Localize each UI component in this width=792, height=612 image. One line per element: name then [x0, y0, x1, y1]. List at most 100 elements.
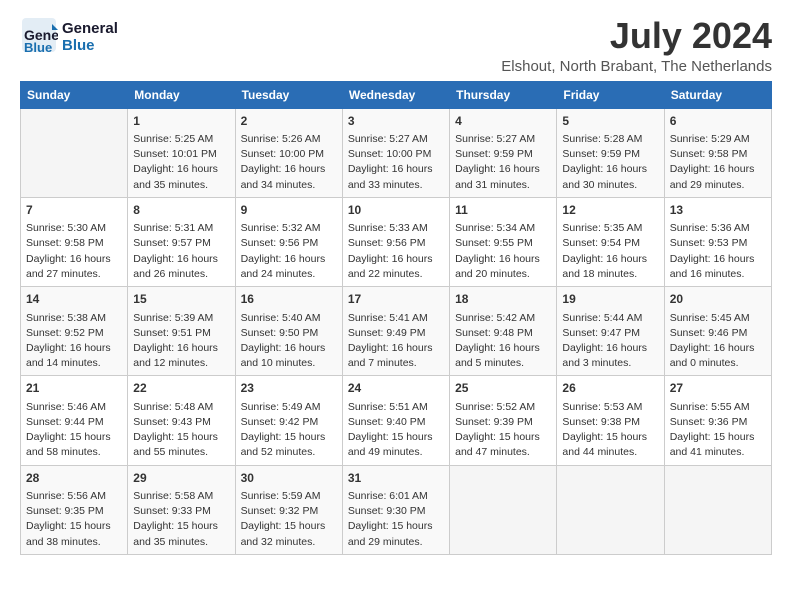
day-number: 30: [241, 470, 337, 487]
day-info: Sunrise: 5:45 AM: [670, 311, 766, 326]
day-info: Sunrise: 5:31 AM: [133, 221, 229, 236]
calendar-cell: 12Sunrise: 5:35 AMSunset: 9:54 PMDayligh…: [557, 197, 664, 286]
day-info: Sunset: 9:44 PM: [26, 415, 122, 430]
day-info: Daylight: 15 hours: [455, 430, 551, 445]
day-info: Sunrise: 5:49 AM: [241, 400, 337, 415]
day-info: Sunset: 9:53 PM: [670, 236, 766, 251]
day-info: Daylight: 16 hours: [348, 341, 444, 356]
day-number: 3: [348, 113, 444, 130]
calendar-cell: 2Sunrise: 5:26 AMSunset: 10:00 PMDayligh…: [235, 108, 342, 197]
day-info: Sunset: 9:46 PM: [670, 326, 766, 341]
calendar-cell: 18Sunrise: 5:42 AMSunset: 9:48 PMDayligh…: [450, 287, 557, 376]
day-info: Sunrise: 5:40 AM: [241, 311, 337, 326]
day-info: and 18 minutes.: [562, 267, 658, 282]
day-number: 26: [562, 380, 658, 397]
day-info: and 5 minutes.: [455, 356, 551, 371]
day-number: 10: [348, 202, 444, 219]
day-info: Daylight: 16 hours: [348, 252, 444, 267]
day-number: 6: [670, 113, 766, 130]
day-info: and 35 minutes.: [133, 178, 229, 193]
logo-blue: Blue: [62, 38, 118, 55]
day-info: Sunset: 9:59 PM: [455, 147, 551, 162]
day-info: Sunset: 9:47 PM: [562, 326, 658, 341]
page-header: General Blue General Blue July 2024 Elsh…: [20, 16, 772, 75]
day-number: 13: [670, 202, 766, 219]
day-info: and 3 minutes.: [562, 356, 658, 371]
day-number: 22: [133, 380, 229, 397]
day-info: Sunset: 9:33 PM: [133, 504, 229, 519]
calendar-week-row: 14Sunrise: 5:38 AMSunset: 9:52 PMDayligh…: [21, 287, 772, 376]
day-info: Sunset: 9:35 PM: [26, 504, 122, 519]
day-number: 15: [133, 291, 229, 308]
day-number: 9: [241, 202, 337, 219]
calendar-cell: 14Sunrise: 5:38 AMSunset: 9:52 PMDayligh…: [21, 287, 128, 376]
day-info: Sunrise: 5:33 AM: [348, 221, 444, 236]
day-info: and 55 minutes.: [133, 445, 229, 460]
day-info: Daylight: 16 hours: [133, 341, 229, 356]
calendar-cell: [664, 465, 771, 554]
day-info: Sunrise: 5:44 AM: [562, 311, 658, 326]
day-info: and 29 minutes.: [670, 178, 766, 193]
day-info: Daylight: 15 hours: [133, 519, 229, 534]
location-title: Elshout, North Brabant, The Netherlands: [501, 58, 772, 75]
calendar-week-row: 28Sunrise: 5:56 AMSunset: 9:35 PMDayligh…: [21, 465, 772, 554]
day-info: Daylight: 15 hours: [241, 519, 337, 534]
day-info: Daylight: 16 hours: [455, 252, 551, 267]
calendar-cell: 4Sunrise: 5:27 AMSunset: 9:59 PMDaylight…: [450, 108, 557, 197]
day-number: 29: [133, 470, 229, 487]
day-info: Sunset: 10:00 PM: [348, 147, 444, 162]
day-info: Daylight: 16 hours: [455, 162, 551, 177]
day-number: 1: [133, 113, 229, 130]
calendar-cell: 7Sunrise: 5:30 AMSunset: 9:58 PMDaylight…: [21, 197, 128, 286]
calendar-cell: 25Sunrise: 5:52 AMSunset: 9:39 PMDayligh…: [450, 376, 557, 465]
day-number: 16: [241, 291, 337, 308]
day-info: Sunset: 9:56 PM: [241, 236, 337, 251]
logo-general: General: [62, 21, 118, 38]
calendar-cell: 22Sunrise: 5:48 AMSunset: 9:43 PMDayligh…: [128, 376, 235, 465]
calendar-cell: 29Sunrise: 5:58 AMSunset: 9:33 PMDayligh…: [128, 465, 235, 554]
day-info: Sunrise: 5:36 AM: [670, 221, 766, 236]
day-info: Sunset: 9:54 PM: [562, 236, 658, 251]
day-info: Sunrise: 5:39 AM: [133, 311, 229, 326]
calendar-cell: 20Sunrise: 5:45 AMSunset: 9:46 PMDayligh…: [664, 287, 771, 376]
day-info: Sunset: 9:52 PM: [26, 326, 122, 341]
day-info: Sunrise: 5:38 AM: [26, 311, 122, 326]
day-number: 27: [670, 380, 766, 397]
calendar-week-row: 21Sunrise: 5:46 AMSunset: 9:44 PMDayligh…: [21, 376, 772, 465]
day-number: 12: [562, 202, 658, 219]
day-info: Sunrise: 5:52 AM: [455, 400, 551, 415]
day-number: 2: [241, 113, 337, 130]
month-title: July 2024: [501, 16, 772, 56]
day-info: and 10 minutes.: [241, 356, 337, 371]
day-info: and 44 minutes.: [562, 445, 658, 460]
day-number: 28: [26, 470, 122, 487]
day-info: Daylight: 16 hours: [241, 252, 337, 267]
day-info: and 30 minutes.: [562, 178, 658, 193]
day-info: Sunset: 10:01 PM: [133, 147, 229, 162]
day-info: and 32 minutes.: [241, 535, 337, 550]
day-number: 17: [348, 291, 444, 308]
logo-icon: General Blue: [20, 16, 58, 54]
calendar-cell: 24Sunrise: 5:51 AMSunset: 9:40 PMDayligh…: [342, 376, 449, 465]
day-number: 23: [241, 380, 337, 397]
day-info: Sunset: 9:38 PM: [562, 415, 658, 430]
calendar-cell: 21Sunrise: 5:46 AMSunset: 9:44 PMDayligh…: [21, 376, 128, 465]
calendar-cell: 1Sunrise: 5:25 AMSunset: 10:01 PMDayligh…: [128, 108, 235, 197]
day-info: Sunrise: 5:51 AM: [348, 400, 444, 415]
day-info: Daylight: 16 hours: [241, 162, 337, 177]
day-info: Daylight: 16 hours: [562, 162, 658, 177]
day-info: and 7 minutes.: [348, 356, 444, 371]
day-info: Daylight: 16 hours: [26, 341, 122, 356]
calendar-cell: 27Sunrise: 5:55 AMSunset: 9:36 PMDayligh…: [664, 376, 771, 465]
day-header-monday: Monday: [128, 81, 235, 108]
day-info: Sunrise: 5:30 AM: [26, 221, 122, 236]
day-header-tuesday: Tuesday: [235, 81, 342, 108]
day-info: Daylight: 15 hours: [26, 519, 122, 534]
day-number: 11: [455, 202, 551, 219]
day-info: Daylight: 16 hours: [348, 162, 444, 177]
calendar-cell: 26Sunrise: 5:53 AMSunset: 9:38 PMDayligh…: [557, 376, 664, 465]
day-info: Sunrise: 5:59 AM: [241, 489, 337, 504]
day-info: Sunrise: 5:42 AM: [455, 311, 551, 326]
day-info: Sunset: 9:57 PM: [133, 236, 229, 251]
day-info: Daylight: 15 hours: [562, 430, 658, 445]
